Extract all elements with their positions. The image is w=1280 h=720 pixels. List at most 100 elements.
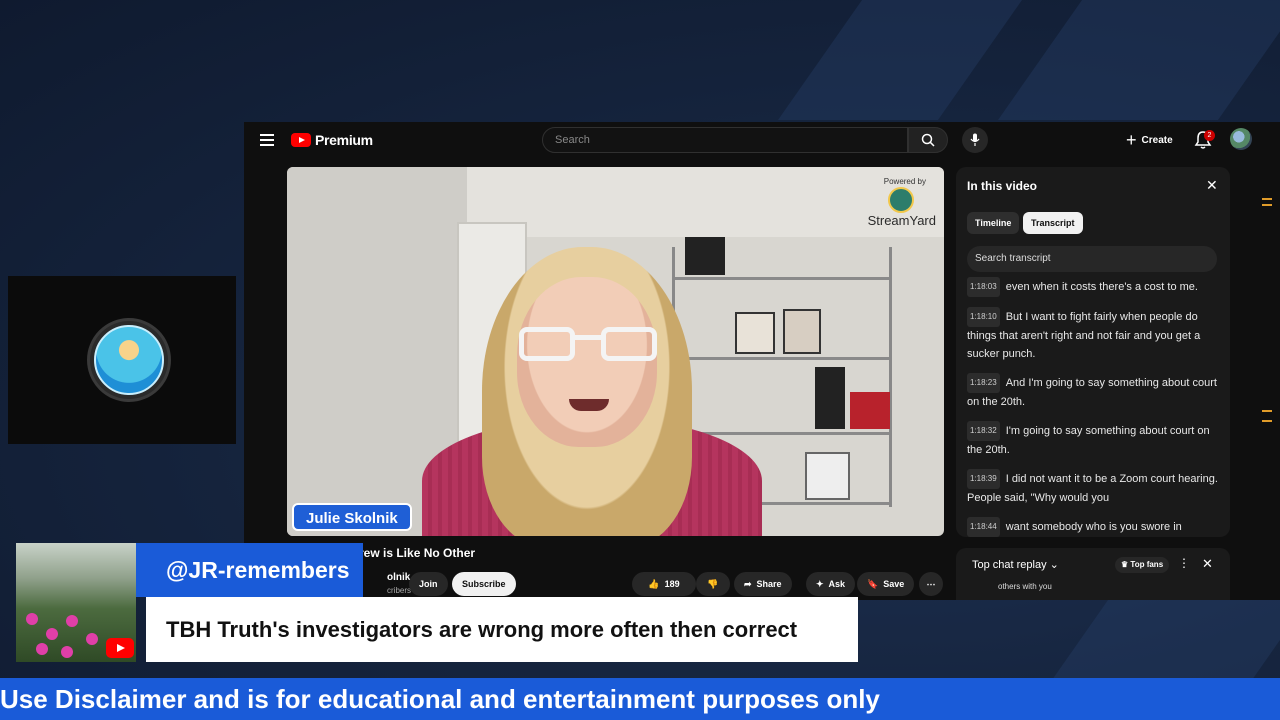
tab-transcript[interactable]: Transcript xyxy=(1023,212,1083,234)
youtube-window: Premium Search + Create 2 Powered by Str… xyxy=(244,122,1280,600)
segment-timestamp: 1:18:44 xyxy=(967,517,1000,537)
transcript-search-input[interactable]: Search transcript xyxy=(967,246,1217,272)
like-count: 189 xyxy=(664,579,680,589)
video-player[interactable]: Powered by StreamYard Julie Skolnik xyxy=(287,167,944,536)
watermark-powered-by: Powered by xyxy=(883,177,926,186)
watermark-brand: StreamYard xyxy=(867,213,936,228)
transcript-segment[interactable]: 1:18:39 I did not want it to be a Zoom co… xyxy=(967,469,1222,507)
dislike-button[interactable]: 👎 xyxy=(696,572,730,596)
commenter-handle: @JR-remembers xyxy=(136,543,363,597)
ask-label: Ask xyxy=(828,579,846,589)
youtube-icon xyxy=(106,638,134,658)
panel-title: In this video xyxy=(967,179,1038,193)
disclaimer-ticker: Use Disclaimer and is for educational an… xyxy=(0,678,1280,720)
video-title: rew is Like No Other xyxy=(359,546,476,560)
transcript-segment[interactable]: 1:18:23 And I'm going to say something ab… xyxy=(967,373,1222,411)
youtube-header: Premium Search + Create 2 xyxy=(244,122,1280,158)
segment-timestamp: 1:18:39 xyxy=(967,469,1000,489)
segment-text: even when it costs there's a cost to me. xyxy=(1005,281,1198,293)
bookmark-icon: 🔖 xyxy=(867,578,879,589)
transcript-segment[interactable]: 1:18:03 even when it costs there's a cost… xyxy=(967,277,1222,297)
transcript-segment[interactable]: 1:18:44 want somebody who is you swore in xyxy=(967,517,1222,537)
close-icon[interactable]: ✕ xyxy=(1206,177,1218,194)
create-button[interactable]: + Create xyxy=(1120,129,1179,151)
segment-timestamp: 1:18:03 xyxy=(967,277,1000,297)
notification-count-badge: 2 xyxy=(1204,130,1215,141)
side-camera-panel xyxy=(8,276,236,444)
tab-timeline[interactable]: Timeline xyxy=(967,212,1020,234)
subscribe-button[interactable]: Subscribe xyxy=(452,572,516,596)
join-button[interactable]: Join xyxy=(409,572,448,596)
in-this-video-panel: In this video ✕ Timeline Transcript Sear… xyxy=(956,167,1230,537)
close-icon[interactable]: ✕ xyxy=(1202,556,1213,572)
crown-icon: ♛ xyxy=(1121,560,1129,569)
transcript-segment[interactable]: 1:18:10 But I want to fight fairly when p… xyxy=(967,307,1222,363)
youtube-play-icon xyxy=(291,133,311,147)
like-button[interactable]: 👍 189 xyxy=(632,572,696,596)
ask-button[interactable]: ✦ Ask xyxy=(806,572,856,596)
channel-subscribers: cribers xyxy=(387,586,412,595)
chevron-down-icon: ⌄ xyxy=(1049,559,1059,571)
join-label: Join xyxy=(419,579,438,589)
plus-icon: + xyxy=(1126,130,1137,150)
edge-marker xyxy=(1262,420,1272,422)
edge-marker xyxy=(1262,410,1272,412)
profile-avatar[interactable] xyxy=(1230,128,1252,150)
thumbs-up-icon: 👍 xyxy=(648,578,660,589)
youtube-premium-logo[interactable]: Premium xyxy=(291,132,373,148)
more-actions-button[interactable]: ⋯ xyxy=(919,572,943,596)
background-stripe xyxy=(997,0,1280,120)
chat-mode-dropdown[interactable]: Top chat replay ⌄ xyxy=(972,558,1059,571)
top-fans-button[interactable]: ♛ Top fans xyxy=(1115,557,1170,573)
logo-text: Premium xyxy=(315,132,373,148)
segment-text: And I'm going to say something about cou… xyxy=(967,377,1217,408)
search-button[interactable] xyxy=(908,127,948,153)
create-label: Create xyxy=(1141,134,1173,146)
search-icon xyxy=(921,133,935,147)
comment-text: TBH Truth's investigators are wrong more… xyxy=(146,597,858,662)
microphone-icon xyxy=(970,133,980,146)
hamburger-menu-icon[interactable] xyxy=(260,134,274,146)
save-label: Save xyxy=(883,579,905,589)
chat-replay-panel: Top chat replay ⌄ ♛ Top fans ⋮ ✕ others … xyxy=(956,548,1230,600)
more-horizontal-icon: ⋯ xyxy=(926,578,936,589)
segment-timestamp: 1:18:32 xyxy=(967,421,1000,441)
video-person-face xyxy=(517,277,657,447)
subscribe-label: Subscribe xyxy=(462,579,506,589)
video-meta-row: rew is Like No Other olnik cribers Join … xyxy=(287,542,947,602)
save-button[interactable]: 🔖 Save xyxy=(857,572,915,596)
video-person-glasses xyxy=(601,327,657,361)
chat-mode-label: Top chat replay xyxy=(972,559,1047,571)
search-input[interactable]: Search xyxy=(542,127,908,153)
top-fans-label: Top fans xyxy=(1130,560,1164,569)
video-person-mouth xyxy=(569,399,609,411)
speaker-name-tag: Julie Skolnik xyxy=(292,503,412,531)
background-stripe xyxy=(1051,600,1280,680)
share-button[interactable]: ➦ Share xyxy=(734,572,792,596)
share-label: Share xyxy=(756,579,782,589)
voice-search-button[interactable] xyxy=(962,127,988,153)
thumbs-down-icon: 👎 xyxy=(707,578,719,589)
more-vertical-icon[interactable]: ⋮ xyxy=(1178,556,1190,570)
commenter-photo xyxy=(16,543,136,662)
chat-message: others with you xyxy=(998,582,1052,591)
segment-timestamp: 1:18:23 xyxy=(967,373,1000,393)
streamyard-logo-icon xyxy=(888,187,914,213)
edge-marker xyxy=(1262,204,1272,206)
avatar-image xyxy=(94,325,164,395)
channel-name[interactable]: olnik xyxy=(387,572,410,583)
transcript-segments: 1:18:03 even when it costs there's a cost… xyxy=(967,277,1222,537)
background-stripe xyxy=(777,0,1023,120)
transcript-segment[interactable]: 1:18:32 I'm going to say something about … xyxy=(967,421,1222,459)
segment-text: I'm going to say something about court o… xyxy=(967,425,1210,456)
video-person-glasses-bridge xyxy=(573,335,603,340)
segment-text: But I want to fight fairly when people d… xyxy=(967,311,1201,360)
channel-avatar xyxy=(87,318,171,402)
segment-text: I did not want it to be a Zoom court hea… xyxy=(967,473,1218,504)
sparkle-icon: ✦ xyxy=(816,578,824,589)
video-person-glasses xyxy=(519,327,575,361)
segment-timestamp: 1:18:10 xyxy=(967,307,1000,327)
share-icon: ➦ xyxy=(744,578,752,589)
edge-marker xyxy=(1262,198,1272,200)
segment-text: want somebody who is you swore in xyxy=(1005,521,1182,533)
